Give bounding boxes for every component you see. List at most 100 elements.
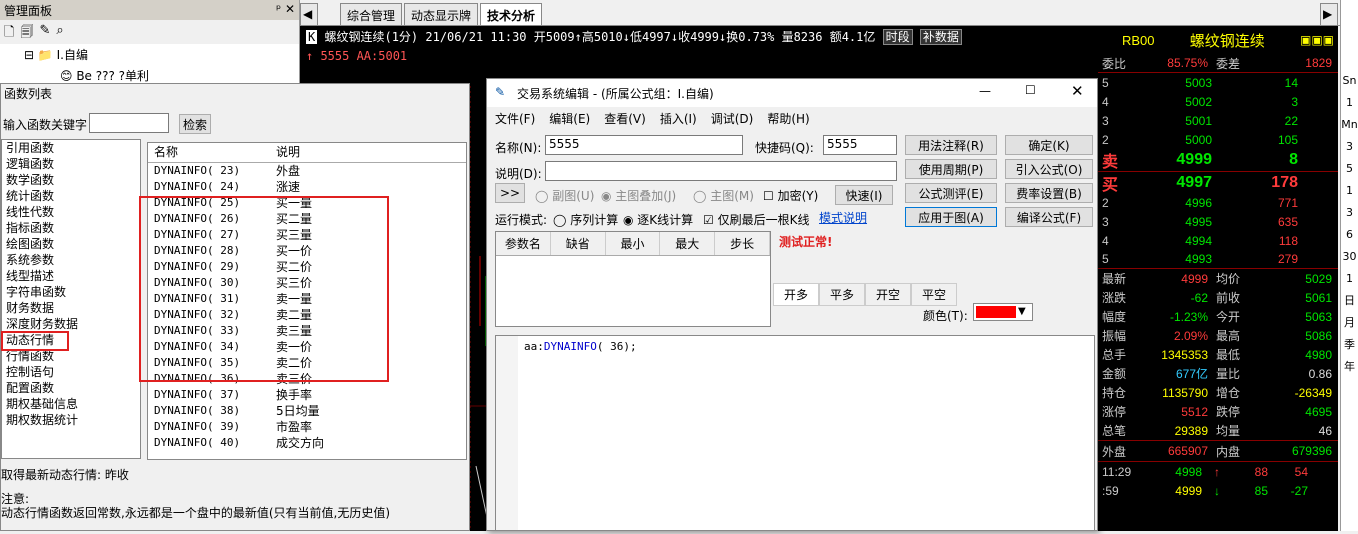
apply-to-chart-button[interactable]: 应用于图(A) — [905, 207, 997, 227]
search-button[interactable]: 检索 — [179, 114, 211, 134]
k-icon[interactable]: K — [306, 30, 318, 44]
function-row[interactable]: DYNAINFO( 40) 成交方向 — [148, 435, 466, 451]
category-item[interactable]: 统计函数 — [2, 188, 140, 204]
shortcut-input[interactable]: 5555 — [823, 135, 897, 155]
trade-tab[interactable]: 平多 — [819, 283, 866, 306]
tab-next[interactable]: ▶ — [1320, 3, 1338, 25]
quote-icons[interactable]: ▣▣▣ — [1300, 33, 1334, 47]
formula-test-button[interactable]: 公式测评(E) — [905, 183, 997, 203]
tab-prev[interactable]: ◀ — [300, 3, 318, 25]
compile-formula-button[interactable]: 编译公式(F) — [1005, 207, 1093, 227]
color-picker[interactable]: ▼ — [973, 303, 1033, 321]
stat-label: 今开 — [1216, 310, 1241, 324]
period-button[interactable]: Sn — [1341, 70, 1358, 92]
param-col-header: 步长 — [715, 232, 770, 255]
fast-button[interactable]: 快速(I) — [835, 185, 893, 205]
param-table[interactable]: 参数名 缺省 最小 最大 步长 — [495, 231, 771, 327]
period-button[interactable]: 季 — [1341, 334, 1358, 356]
period-button[interactable]: 月 — [1341, 312, 1358, 334]
ok-button[interactable]: 确定(K) — [1005, 135, 1093, 155]
category-item[interactable]: 期权数据统计 — [2, 412, 140, 428]
fee-settings-button[interactable]: 费率设置(B) — [1005, 183, 1093, 203]
period-button[interactable]: 1 — [1341, 180, 1358, 202]
stat-label: 跌停 — [1216, 405, 1241, 419]
import-formula-button[interactable]: 引入公式(O) — [1005, 159, 1093, 179]
period-button[interactable]: Mn — [1341, 114, 1358, 136]
maximize-icon[interactable]: ☐ — [1025, 83, 1036, 97]
period-button[interactable]: 30 — [1341, 246, 1358, 268]
category-item[interactable]: 数学函数 — [2, 172, 140, 188]
trade-tab[interactable]: 开空 — [865, 283, 912, 306]
function-name: DYNAINFO( 39) — [154, 420, 241, 433]
stat-value: 4999 — [1181, 271, 1208, 286]
radio-main-overlay[interactable]: ◉ 主图叠加(J) — [601, 187, 676, 204]
close-icon[interactable]: ✕ — [1071, 82, 1084, 100]
refresh-last-checkbox[interactable]: ☑ 仅刷最后一根K线 — [703, 211, 809, 228]
search-input[interactable] — [89, 113, 169, 133]
timeseg-button[interactable]: 时段 — [882, 29, 913, 45]
use-period-button[interactable]: 使用周期(P) — [905, 159, 997, 179]
radio-sub-chart[interactable]: ◯ 副图(U) — [535, 187, 594, 204]
trade-tab[interactable]: 开多 — [773, 283, 820, 306]
period-button[interactable]: 年 — [1341, 356, 1358, 378]
menu-item[interactable]: 编辑(E) — [549, 110, 590, 127]
category-item[interactable]: 线型描述 — [2, 268, 140, 284]
menu-item[interactable]: 文件(F) — [495, 110, 535, 127]
period-button[interactable]: 3 — [1341, 202, 1358, 224]
usage-notes-button[interactable]: 用法注释(R) — [905, 135, 997, 155]
category-item[interactable]: 逻辑函数 — [2, 156, 140, 172]
period-button[interactable]: 1 — [1341, 268, 1358, 290]
category-item[interactable]: 绘图函数 — [2, 236, 140, 252]
category-item[interactable]: 期权基础信息 — [2, 396, 140, 412]
radio-seq-calc[interactable]: ◯ 序列计算 — [553, 211, 618, 228]
trade-tab[interactable]: 平空 — [911, 283, 958, 306]
edit-icon[interactable]: ✎ — [39, 23, 50, 41]
category-item[interactable]: 指标函数 — [2, 220, 140, 236]
category-item[interactable]: 控制语句 — [2, 364, 140, 380]
name-input[interactable]: 5555 — [545, 135, 743, 155]
function-row[interactable]: DYNAINFO( 37) 换手率 — [148, 387, 466, 403]
period-button[interactable]: 3 — [1341, 136, 1358, 158]
tab-dynamic-board[interactable]: 动态显示牌 — [404, 3, 479, 25]
desc-input[interactable] — [545, 161, 897, 181]
function-row[interactable]: DYNAINFO( 23) 外盘 — [148, 163, 466, 179]
menu-item[interactable]: 调试(D) — [711, 110, 754, 127]
period-button[interactable]: 日 — [1341, 290, 1358, 312]
radio-tick-calc[interactable]: ◉ 逐K线计算 — [623, 211, 693, 228]
category-item[interactable]: 深度财务数据 — [2, 316, 140, 332]
code-editor[interactable]: aa:DYNAINFO( 36); — [495, 335, 1095, 531]
category-item[interactable]: 财务数据 — [2, 300, 140, 316]
category-list[interactable]: 引用函数 逻辑函数 数学函数 统计函数 线性代数 指标函数 绘图函数 系统参数 线型描述 字符串函… — [1, 139, 141, 459]
function-row[interactable]: DYNAINFO( 24) 涨速 — [148, 179, 466, 195]
encrypt-checkbox[interactable]: ☐ 加密(Y) — [763, 187, 818, 204]
tree-item-self[interactable]: ⊟ 📁 I.自编 — [14, 44, 299, 65]
menu-item[interactable]: 帮助(H) — [767, 110, 809, 127]
col-desc[interactable]: 说明 — [276, 143, 426, 162]
tab-overview[interactable]: 综合管理 — [340, 3, 403, 25]
expand-button[interactable]: >> — [495, 183, 525, 203]
category-item[interactable]: 字符串函数 — [2, 284, 140, 300]
radio-main-chart[interactable]: ◯ 主图(M) — [693, 187, 754, 204]
tab-tech-analysis[interactable]: 技术分析 — [480, 3, 543, 25]
category-item[interactable]: 引用函数 — [2, 140, 140, 156]
category-item[interactable]: 线性代数 — [2, 204, 140, 220]
param-col-header: 参数名 — [496, 232, 551, 255]
function-row[interactable]: DYNAINFO( 39) 市盈率 — [148, 419, 466, 435]
new-icon[interactable]: 🗋 — [4, 23, 14, 41]
col-name[interactable]: 名称 — [148, 143, 276, 162]
menu-item[interactable]: 查看(V) — [604, 110, 646, 127]
mode-desc-link[interactable]: 模式说明 — [819, 209, 867, 226]
menu-item[interactable]: 插入(I) — [660, 110, 697, 127]
new-group-icon[interactable]: 🗐 — [20, 23, 33, 41]
function-row[interactable]: DYNAINFO( 38) 5日均量 — [148, 403, 466, 419]
stat-value: 1135790 — [1162, 385, 1208, 400]
pin-close-icons[interactable]: ᵖ ✕ — [276, 2, 295, 18]
search-icon[interactable]: ⌕ — [56, 23, 63, 41]
minimize-icon[interactable]: — — [979, 84, 991, 98]
supplement-data-button[interactable]: 补数据 — [919, 29, 962, 45]
category-item[interactable]: 系统参数 — [2, 252, 140, 268]
period-button[interactable]: 5 — [1341, 158, 1358, 180]
period-button[interactable]: 6 — [1341, 224, 1358, 246]
category-item[interactable]: 配置函数 — [2, 380, 140, 396]
period-button[interactable]: 1 — [1341, 92, 1358, 114]
